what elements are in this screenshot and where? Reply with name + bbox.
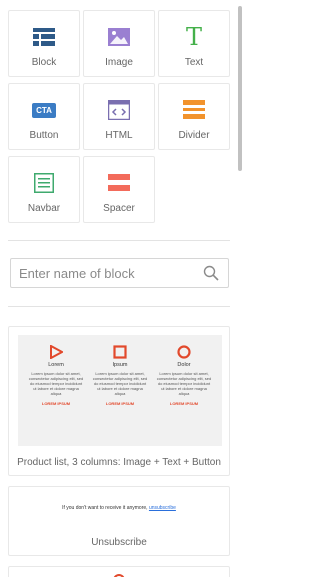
unsubscribe-preview: If you don't want to receive it anymore,… [9,505,229,511]
search-box [10,258,229,288]
navbar-icon [30,171,58,195]
block-tile-html[interactable]: HTML [83,83,155,150]
preview-column-text: Lorem ipsum dolor sit amet, consectetur … [156,371,212,396]
block-tile-label: HTML [105,130,133,141]
search-input[interactable] [19,259,199,287]
template-card-product-list[interactable]: Lorem Lorem ipsum dolor sit amet, consec… [8,326,230,476]
spacer-icon [105,171,133,195]
template-card-unsubscribe[interactable]: If you don't want to receive it anymore,… [8,486,230,556]
block-tile-label: Block [31,57,57,68]
preview-column-text: Lorem ipsum dolor sit amet, consectetur … [28,371,84,396]
square-icon [113,345,127,359]
block-tile-label: Spacer [103,203,135,214]
text-icon-glyph: T [185,23,202,51]
unsubscribe-text: If you don't want to receive it anymore, [62,505,148,511]
block-tile-label: Navbar [27,203,61,214]
block-tile-image[interactable]: Image [83,10,155,77]
block-tile-label: Button [29,130,59,141]
block-tile-navbar[interactable]: Navbar [8,156,80,223]
preview-column-title: Ipsum [112,362,128,368]
block-tile-label: Divider [178,130,210,141]
preview-column-link: LOREM IPSUM [41,401,71,406]
preview-column-link: LOREM IPSUM [105,401,135,406]
section-divider [8,306,230,307]
preview-column: Ipsum Lorem ipsum dolor sit amet, consec… [92,345,148,406]
block-tile-label: Image [105,57,133,68]
html-icon [105,98,133,122]
button-icon-glyph: CTA [32,102,56,118]
block-tile-spacer[interactable]: Spacer [83,156,155,223]
play-icon [49,344,65,360]
divider-icon [180,98,208,122]
block-tile-text[interactable]: T Text [158,10,230,77]
template-card-partial[interactable] [8,566,230,577]
block-tile-label: Text [184,57,204,68]
image-icon [105,25,133,49]
template-caption: Unsubscribe [91,537,147,548]
template-preview: Lorem Lorem ipsum dolor sit amet, consec… [18,335,222,446]
block-tile-divider[interactable]: Divider [158,83,230,150]
preview-column-title: Dolor [177,362,191,368]
block-grid: Block Image T Text CTA Button HTML Divid… [8,10,233,223]
unsubscribe-link: unsubscribe [148,505,176,511]
search-icon[interactable] [203,265,219,281]
blocks-panel: Block Image T Text CTA Button HTML Divid… [0,0,245,577]
block-tile-block[interactable]: Block [8,10,80,77]
text-icon: T [180,25,208,49]
preview-column: Lorem Lorem ipsum dolor sit amet, consec… [28,344,84,406]
block-tile-button[interactable]: CTA Button [8,83,80,150]
section-divider [8,240,230,241]
preview-column-title: Lorem [48,362,64,368]
preview-column: Dolor Lorem ipsum dolor sit amet, consec… [156,345,212,406]
template-caption: Product list, 3 columns: Image + Text + … [17,457,221,468]
block-icon [30,25,58,49]
circle-icon [177,345,191,359]
scrollbar-thumb[interactable] [238,6,242,171]
preview-column-link: LOREM IPSUM [169,401,199,406]
button-icon: CTA [30,98,58,122]
preview-column-text: Lorem ipsum dolor sit amet, consectetur … [92,371,148,396]
